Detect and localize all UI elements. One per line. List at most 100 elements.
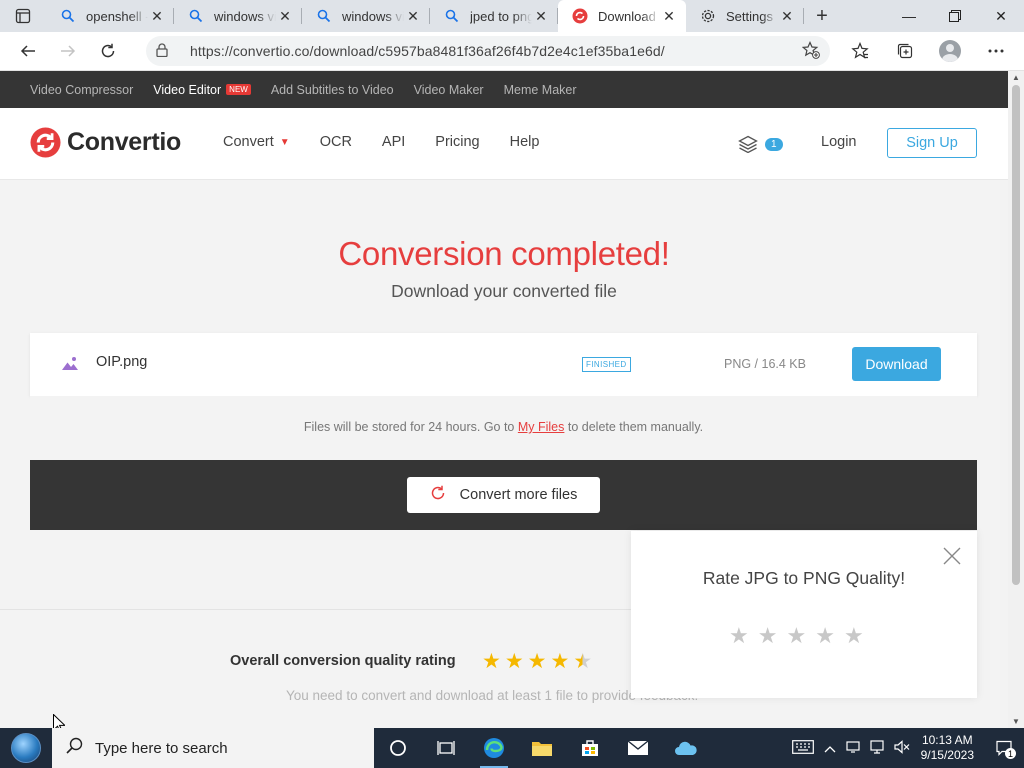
- forward-arrow-icon[interactable]: [48, 35, 88, 67]
- file-explorer-icon[interactable]: [518, 728, 566, 768]
- rating-popup: Rate JPG to PNG Quality! ★ ★ ★ ★ ★: [631, 531, 977, 698]
- topbar-video-maker[interactable]: Video Maker: [414, 83, 484, 97]
- layers-icon: [738, 135, 758, 153]
- topbar-video-editor-label: Video Editor: [153, 82, 222, 97]
- network-icon[interactable]: [846, 740, 860, 757]
- mouse-cursor-icon: [53, 714, 65, 728]
- star-icon: ★: [504, 650, 524, 673]
- collections-icon[interactable]: [890, 36, 920, 66]
- signup-button[interactable]: Sign Up: [887, 128, 977, 158]
- files-count-badge: 1: [765, 137, 783, 151]
- topbar-video-compressor[interactable]: Video Compressor: [30, 83, 133, 97]
- file-name: OIP.png: [96, 354, 148, 370]
- tab-title: windows vista: [214, 8, 276, 24]
- star-icon[interactable]: ★: [786, 623, 806, 649]
- nav-api[interactable]: API: [382, 134, 405, 150]
- topbar-add-subtitles[interactable]: Add Subtitles to Video: [271, 83, 394, 97]
- browser-tab-1[interactable]: openshell - Bing ✕: [46, 0, 174, 32]
- nav-ocr[interactable]: OCR: [320, 134, 352, 150]
- close-tab-icon[interactable]: ✕: [660, 7, 678, 25]
- close-window-icon[interactable]: ✕: [978, 0, 1024, 32]
- tab-title: Settings: [726, 8, 773, 24]
- weather-app-icon[interactable]: [662, 728, 710, 768]
- chevron-up-icon[interactable]: [824, 741, 836, 756]
- cortana-icon[interactable]: [374, 728, 422, 768]
- windows-orb-icon: [11, 733, 41, 763]
- star-icon[interactable]: ★: [758, 623, 778, 649]
- page-subtitle: Download your converted file: [391, 281, 617, 301]
- favorites-icon[interactable]: [845, 36, 875, 66]
- half-star-icon: ★: [573, 650, 593, 673]
- close-tab-icon[interactable]: ✕: [276, 7, 294, 25]
- browser-tab-settings[interactable]: Settings ✕: [686, 0, 804, 32]
- image-file-icon: [62, 357, 78, 370]
- url-text: https://convertio.co/download/c5957ba848…: [190, 43, 665, 59]
- topbar-meme-maker[interactable]: Meme Maker: [504, 83, 577, 97]
- logo-text: Convertio: [67, 128, 181, 156]
- nav-help[interactable]: Help: [510, 134, 540, 150]
- refresh-icon[interactable]: [88, 35, 128, 67]
- lock-icon: [156, 42, 176, 60]
- close-tab-icon[interactable]: ✕: [148, 7, 166, 25]
- convert-more-bar: Convert more files: [30, 460, 977, 530]
- task-view-icon[interactable]: [422, 728, 470, 768]
- my-files-button[interactable]: 1: [738, 135, 783, 153]
- scroll-up-icon[interactable]: ▲: [1012, 73, 1020, 82]
- convertio-logo[interactable]: Convertio: [30, 127, 181, 158]
- scroll-down-icon[interactable]: ▼: [1012, 717, 1020, 726]
- nav-convert[interactable]: Convert ▼: [223, 134, 290, 150]
- star-icon[interactable]: ★: [729, 623, 749, 649]
- search-icon: [188, 8, 204, 24]
- address-bar[interactable]: https://convertio.co/download/c5957ba848…: [146, 36, 830, 66]
- volume-muted-icon[interactable]: [894, 739, 910, 757]
- convert-more-button[interactable]: Convert more files: [407, 477, 600, 513]
- back-arrow-icon[interactable]: [8, 35, 48, 67]
- search-icon: [316, 8, 332, 24]
- edge-browser-icon[interactable]: [470, 728, 518, 768]
- more-menu-icon[interactable]: [981, 36, 1011, 66]
- close-tab-icon[interactable]: ✕: [778, 7, 796, 25]
- my-files-link[interactable]: My Files: [518, 420, 565, 434]
- minimize-icon[interactable]: —: [886, 0, 932, 32]
- restore-icon[interactable]: [932, 0, 978, 32]
- star-icon[interactable]: ★: [844, 623, 864, 649]
- notification-center-icon[interactable]: 1: [984, 728, 1024, 768]
- add-favorite-icon[interactable]: [801, 41, 820, 64]
- mail-icon[interactable]: [614, 728, 662, 768]
- page-scrollbar[interactable]: ▲ ▼: [1008, 71, 1024, 728]
- notice-text-before: Files will be stored for 24 hours. Go to: [303, 420, 518, 434]
- tab-title: Download your: [598, 8, 660, 24]
- login-link[interactable]: Login: [821, 134, 856, 150]
- taskbar-search[interactable]: Type here to search: [52, 728, 374, 768]
- rating-popup-title: Rate JPG to PNG Quality!: [702, 568, 906, 588]
- rating-stars-input: ★ ★ ★ ★ ★: [729, 623, 873, 649]
- topbar-video-editor[interactable]: Video Editor NEW: [153, 83, 251, 97]
- tab-actions-button[interactable]: [0, 0, 46, 32]
- search-icon: [60, 8, 76, 24]
- microsoft-store-icon[interactable]: [566, 728, 614, 768]
- page-viewport: Video Compressor Video Editor NEW Add Sub…: [0, 71, 1008, 728]
- close-tab-icon[interactable]: ✕: [532, 7, 550, 25]
- search-placeholder: Type here to search: [95, 739, 228, 757]
- clock-date: 9/15/2023: [920, 748, 974, 762]
- browser-tab-3[interactable]: windows vista ✕: [302, 0, 430, 32]
- browser-tab-active[interactable]: Download your ✕: [558, 0, 686, 32]
- new-tab-button[interactable]: +: [804, 0, 840, 32]
- monitor-icon[interactable]: [870, 739, 884, 757]
- browser-tab-2[interactable]: windows vista ✕: [174, 0, 302, 32]
- star-icon[interactable]: ★: [815, 623, 835, 649]
- scrollbar-thumb[interactable]: [1012, 85, 1020, 585]
- system-clock[interactable]: 10:13 AM 9/15/2023: [921, 733, 974, 763]
- start-button[interactable]: [0, 728, 52, 768]
- nav-pricing[interactable]: Pricing: [435, 134, 479, 150]
- star-icon: ★: [550, 650, 570, 673]
- tab-title: openshell - Bing: [86, 8, 148, 24]
- download-button[interactable]: Download: [852, 347, 941, 381]
- overall-rating-label: Overall conversion quality rating: [230, 653, 456, 669]
- keyboard-icon[interactable]: [791, 739, 814, 757]
- profile-avatar[interactable]: [935, 36, 965, 66]
- gear-icon: [700, 8, 716, 24]
- close-tab-icon[interactable]: ✕: [404, 7, 422, 25]
- browser-tab-4[interactable]: jped to png ✕: [430, 0, 558, 32]
- nav-convert-label: Convert: [223, 134, 274, 150]
